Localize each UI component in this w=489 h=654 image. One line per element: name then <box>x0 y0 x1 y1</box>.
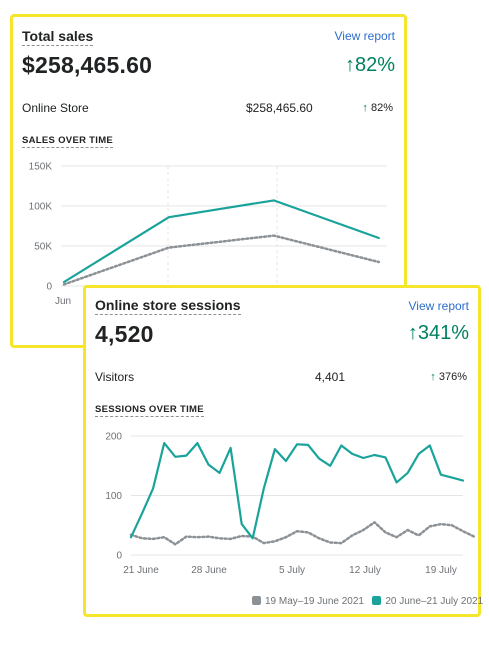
y-tick-label: 100 <box>105 491 122 502</box>
online-store-sessions-card: Online store sessions View report 4,520 … <box>83 285 483 617</box>
legend-swatch-previous <box>252 596 261 605</box>
legend-item-current[interactable]: 20 June–21 July 2021 <box>372 596 483 607</box>
y-tick-label: 150K <box>29 162 53 173</box>
legend-item-previous[interactable]: 19 May–19 June 2021 <box>252 596 364 607</box>
x-tick-label: 5 July <box>279 565 305 576</box>
series-line-previous <box>62 234 381 286</box>
x-tick-label: 28 June <box>191 565 227 576</box>
y-tick-label: 0 <box>116 551 122 562</box>
series-line-current <box>129 442 465 540</box>
y-tick-label: 100K <box>29 202 53 213</box>
series-line-previous <box>129 521 476 546</box>
y-tick-label: 50K <box>34 242 52 253</box>
x-tick-label: 12 July <box>349 565 381 576</box>
sessions-over-time-chart: 0 100 200 21 June 28 June 5 July 12 July 19 Jul… <box>105 432 476 576</box>
chart-legend: 19 May–19 June 2021 20 June–21 July 2021 <box>252 596 483 607</box>
y-tick-label: 200 <box>105 432 122 443</box>
x-tick-label: Jun <box>55 296 71 307</box>
y-tick-label: 0 <box>46 282 52 293</box>
x-tick-label: 19 July <box>425 565 457 576</box>
x-tick-label: 21 June <box>123 565 159 576</box>
legend-swatch-current <box>372 596 382 605</box>
